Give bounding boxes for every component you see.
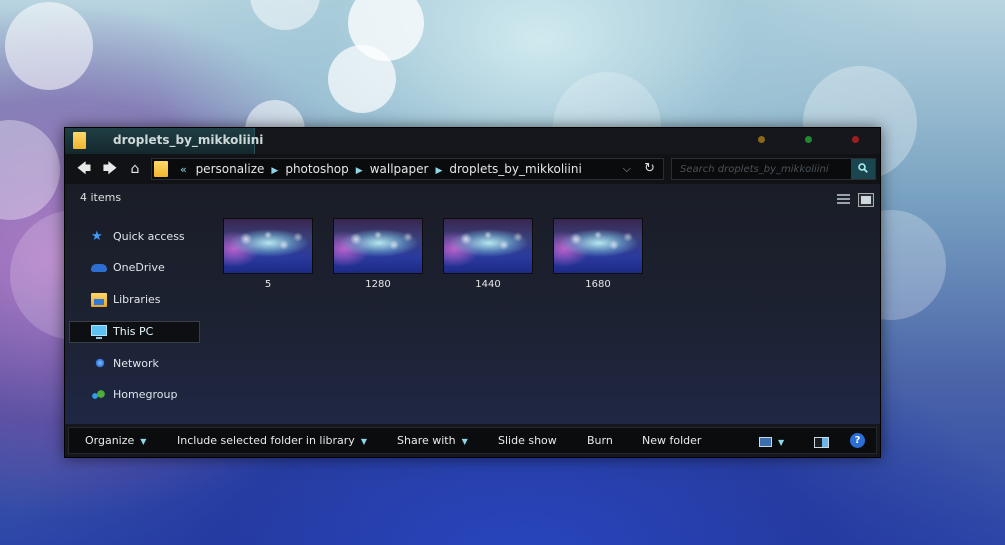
monitor-stand bbox=[96, 337, 102, 339]
window-title: droplets_by_mikkoliini bbox=[113, 133, 264, 147]
breadcrumb-separator-icon[interactable]: ▶ bbox=[356, 166, 363, 176]
caret-down-icon: ▼ bbox=[360, 437, 367, 446]
preview-pane-icon bbox=[814, 436, 829, 448]
address-dropdown-icon[interactable]: ⌵ bbox=[623, 162, 631, 176]
address-bar[interactable]: « personalize ▶ photoshop ▶ wallpaper ▶ drople… bbox=[151, 158, 664, 180]
breadcrumb-separator-icon[interactable]: ▶ bbox=[435, 166, 442, 176]
share-label: Share with bbox=[397, 434, 456, 447]
search-input[interactable] bbox=[672, 159, 852, 179]
bokeh-circle bbox=[0, 120, 60, 220]
sidebar-item-onedrive[interactable]: OneDrive bbox=[69, 257, 200, 279]
file-thumbnail bbox=[223, 218, 313, 274]
breadcrumb-separator-icon[interactable]: ▶ bbox=[271, 166, 278, 176]
homegroup-icon bbox=[91, 388, 107, 402]
large-icons-view-icon[interactable] bbox=[858, 192, 874, 207]
breadcrumb: « personalize ▶ photoshop ▶ wallpaper ▶ drople… bbox=[180, 162, 582, 176]
file-name: 1680 bbox=[585, 279, 611, 290]
title-bar: droplets_by_mikkoliini bbox=[65, 128, 880, 154]
file-thumbnail bbox=[333, 218, 423, 274]
view-switcher bbox=[834, 189, 874, 208]
new-folder-button[interactable]: New folder bbox=[642, 434, 701, 447]
cloud-icon bbox=[91, 264, 107, 272]
search-box bbox=[671, 158, 876, 180]
help-icon[interactable]: ? bbox=[850, 433, 865, 448]
bokeh-circle bbox=[348, 0, 424, 61]
sidebar-item-this-pc[interactable]: This PC bbox=[69, 321, 200, 343]
sidebar-item-label: Homegroup bbox=[113, 388, 178, 401]
home-icon[interactable]: ⌂ bbox=[125, 159, 145, 179]
share-with-button[interactable]: Share with ▼ bbox=[397, 434, 468, 447]
burn-button[interactable]: Burn bbox=[587, 434, 613, 447]
libraries-icon-inner bbox=[94, 299, 104, 305]
search-icon bbox=[858, 163, 868, 173]
libraries-icon bbox=[91, 293, 107, 307]
details-view-icon[interactable] bbox=[836, 193, 850, 206]
content-area: 4 items ★ Quick access OneDrive Librarie… bbox=[65, 184, 880, 424]
caret-down-icon: ▼ bbox=[140, 437, 147, 446]
sidebar-item-libraries[interactable]: Libraries bbox=[69, 289, 200, 311]
item-count: 4 items bbox=[80, 191, 122, 204]
sidebar-item-label: This PC bbox=[113, 325, 154, 338]
include-label: Include selected folder in library bbox=[177, 434, 355, 447]
breadcrumb-overflow[interactable]: « bbox=[180, 163, 187, 176]
change-view-button[interactable]: ▼ bbox=[759, 435, 784, 448]
sidebar-item-label: Network bbox=[113, 357, 159, 370]
breadcrumb-item[interactable]: wallpaper bbox=[370, 162, 429, 176]
file-name: 5 bbox=[264, 279, 272, 290]
refresh-button[interactable]: ↻ bbox=[644, 161, 655, 176]
search-button[interactable] bbox=[851, 159, 875, 179]
organize-button[interactable]: Organize ▼ bbox=[85, 434, 146, 447]
sidebar-item-label: OneDrive bbox=[113, 261, 165, 274]
address-folder-icon bbox=[154, 161, 168, 177]
minimize-button[interactable] bbox=[758, 136, 765, 143]
navigation-bar: 🡄 🡆 ⌂ « personalize ▶ photoshop ▶ wallpaper ▶… bbox=[65, 154, 880, 184]
monitor-icon bbox=[91, 325, 107, 339]
sidebar-item-label: Quick access bbox=[113, 230, 185, 243]
bokeh-circle bbox=[250, 0, 320, 30]
breadcrumb-item[interactable]: droplets_by_mikkoliini bbox=[449, 162, 581, 176]
sidebar-item-network[interactable]: Network bbox=[69, 353, 200, 375]
explorer-window: droplets_by_mikkoliini 🡄 🡆 ⌂ « personali… bbox=[64, 127, 881, 458]
file-thumbnail bbox=[443, 218, 533, 274]
preview-pane-button[interactable] bbox=[814, 435, 829, 448]
file-item[interactable]: 1280 bbox=[333, 218, 423, 290]
sidebar-item-quick-access[interactable]: ★ Quick access bbox=[69, 226, 200, 248]
include-in-library-button[interactable]: Include selected folder in library ▼ bbox=[177, 434, 367, 447]
sidebar-item-label: Libraries bbox=[113, 293, 161, 306]
command-bar: Organize ▼ Include selected folder in lib… bbox=[68, 427, 877, 454]
forward-arrow-icon[interactable]: 🡆 bbox=[100, 159, 120, 179]
file-name: 1440 bbox=[475, 279, 501, 290]
view-icon bbox=[759, 437, 772, 447]
sidebar-item-homegroup[interactable]: Homegroup bbox=[69, 384, 200, 406]
network-icon bbox=[91, 357, 107, 371]
slide-show-button[interactable]: Slide show bbox=[498, 434, 557, 447]
folder-icon bbox=[73, 132, 86, 149]
caret-down-icon: ▼ bbox=[461, 437, 468, 446]
breadcrumb-item[interactable]: photoshop bbox=[285, 162, 348, 176]
large-icons-view-glyph bbox=[861, 195, 871, 204]
close-button[interactable] bbox=[852, 136, 859, 143]
file-item[interactable]: 5 bbox=[223, 218, 313, 290]
maximize-button[interactable] bbox=[805, 136, 812, 143]
breadcrumb-item[interactable]: personalize bbox=[196, 162, 265, 176]
organize-label: Organize bbox=[85, 434, 135, 447]
star-icon: ★ bbox=[91, 229, 103, 244]
caret-down-icon: ▼ bbox=[778, 438, 785, 447]
file-item[interactable]: 1440 bbox=[443, 218, 533, 290]
file-name: 1280 bbox=[365, 279, 391, 290]
back-arrow-icon[interactable]: 🡄 bbox=[74, 159, 94, 179]
file-thumbnail bbox=[553, 218, 643, 274]
bokeh-circle bbox=[328, 45, 396, 113]
bokeh-circle bbox=[5, 2, 93, 90]
file-item[interactable]: 1680 bbox=[553, 218, 643, 290]
